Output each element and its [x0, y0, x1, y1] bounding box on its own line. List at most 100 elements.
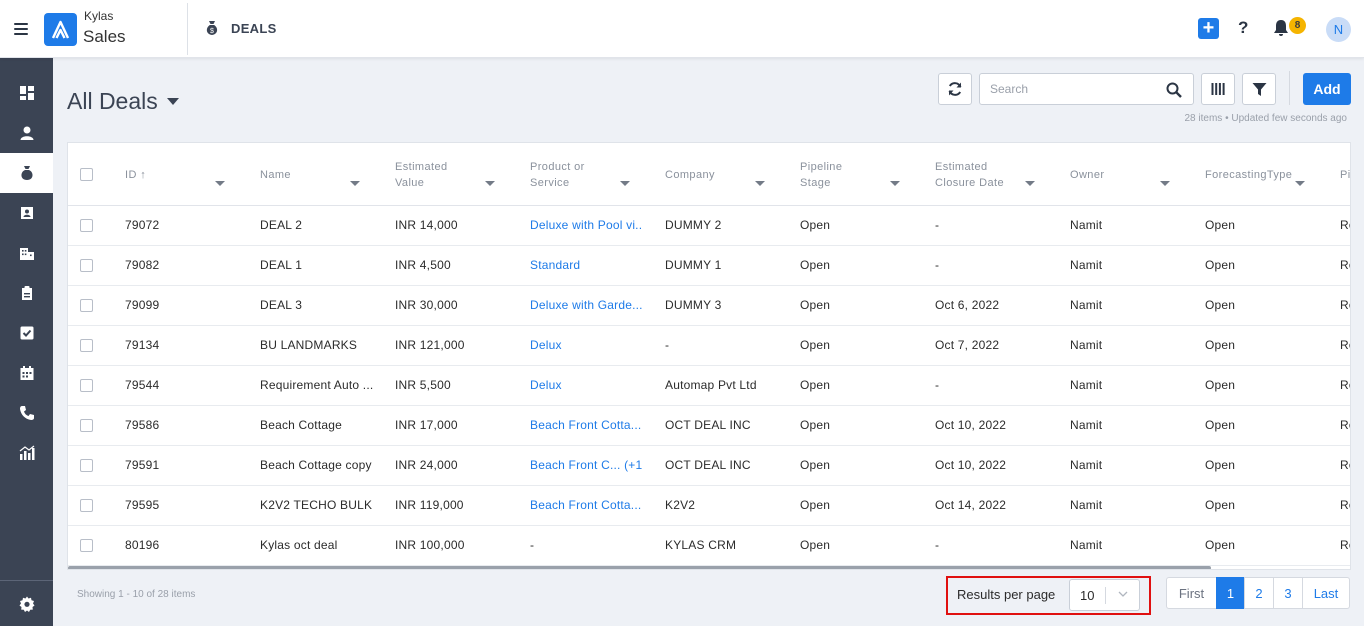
cell-id: 79595: [125, 498, 160, 512]
page-title[interactable]: All Deals: [67, 88, 158, 115]
search-icon[interactable]: [1166, 82, 1182, 98]
column-header-company[interactable]: Company: [665, 143, 765, 206]
refresh-button[interactable]: [938, 73, 972, 105]
calendar-icon[interactable]: [0, 353, 53, 393]
column-header-truncated[interactable]: Pi: [1340, 143, 1350, 206]
dashboard-icon[interactable]: [0, 73, 53, 113]
cell-product[interactable]: Beach Front Cotta...: [530, 406, 642, 446]
cell-product[interactable]: Beach Front C... (+1): [530, 446, 642, 486]
page-1-button[interactable]: 1: [1216, 577, 1245, 609]
column-menu-caret-icon[interactable]: [1025, 181, 1035, 186]
cell-product[interactable]: Beach Front Cotta...: [530, 486, 642, 526]
table-row[interactable]: 79099 DEAL 3 INR 30,000 Deluxe with Garde..…: [68, 286, 1350, 326]
chevron-down-icon[interactable]: [1116, 587, 1130, 601]
table-row[interactable]: 79082 DEAL 1 INR 4,500 Standard DUMMY 1 Open -…: [68, 246, 1350, 286]
cell-owner: Namit: [1070, 338, 1103, 352]
notification-badge: 8: [1289, 17, 1306, 34]
row-checkbox[interactable]: [80, 419, 93, 432]
column-header-product[interactable]: Product or Service: [530, 143, 602, 206]
cell-truncated: Ro: [1340, 458, 1350, 472]
quick-add-button[interactable]: +: [1198, 18, 1219, 39]
results-per-page-select[interactable]: 10: [1069, 579, 1140, 611]
column-header-estimated-value[interactable]: Estimated Value: [395, 143, 470, 206]
column-header-owner[interactable]: Owner: [1070, 143, 1170, 206]
cell-product[interactable]: Deluxe with Pool vi...: [530, 206, 642, 246]
page-first-button[interactable]: First: [1166, 577, 1217, 609]
contacts-icon[interactable]: [0, 113, 53, 153]
row-checkbox[interactable]: [80, 379, 93, 392]
table-row[interactable]: 79595 K2V2 TECHO BULK INR 119,000 Beach Fro…: [68, 486, 1350, 526]
select-all-checkbox[interactable]: [80, 168, 93, 181]
table-row[interactable]: 79586 Beach Cottage INR 17,000 Beach Front …: [68, 406, 1350, 446]
table-row[interactable]: 79544 Requirement Auto ... INR 5,500 Delux A…: [68, 366, 1350, 406]
page-2-button[interactable]: 2: [1244, 577, 1274, 609]
page-3-button[interactable]: 3: [1273, 577, 1303, 609]
cell-name: Kylas oct deal: [260, 538, 338, 552]
cell-pipeline-stage: Open: [800, 298, 831, 312]
gear-icon[interactable]: [0, 584, 53, 624]
cell-closure-date: Oct 7, 2022: [935, 338, 1000, 352]
company-building-icon[interactable]: [0, 233, 53, 273]
cell-product[interactable]: Delux: [530, 366, 642, 406]
cell-name: DEAL 2: [260, 218, 303, 232]
table-row[interactable]: 80196 Kylas oct deal INR 100,000 - KYLAS CRM…: [68, 526, 1350, 566]
column-menu-caret-icon[interactable]: [890, 181, 900, 186]
phone-icon[interactable]: [0, 393, 53, 433]
view-dropdown-caret-icon[interactable]: [167, 98, 179, 105]
cell-estimated-value: INR 119,000: [395, 498, 464, 512]
column-header-name[interactable]: Name: [260, 143, 360, 206]
row-checkbox[interactable]: [80, 339, 93, 352]
cell-name: K2V2 TECHO BULK: [260, 498, 373, 512]
column-header-closure-date[interactable]: Estimated Closure Date: [935, 143, 1025, 206]
hamburger-menu-icon[interactable]: [14, 20, 34, 38]
cell-forecasting-type: Open: [1205, 338, 1236, 352]
column-header-id[interactable]: ID ↑: [125, 143, 235, 206]
cell-estimated-value: INR 121,000: [395, 338, 465, 352]
cell-product[interactable]: Delux: [530, 326, 642, 366]
horizontal-scrollbar[interactable]: [68, 566, 1211, 569]
row-checkbox[interactable]: [80, 459, 93, 472]
column-menu-caret-icon[interactable]: [215, 181, 225, 186]
reports-chart-icon[interactable]: [0, 433, 53, 473]
cell-company: OCT DEAL INC: [665, 418, 751, 432]
row-checkbox[interactable]: [80, 299, 93, 312]
filter-button[interactable]: [1242, 73, 1276, 105]
help-icon[interactable]: ?: [1238, 18, 1248, 38]
column-menu-caret-icon[interactable]: [755, 181, 765, 186]
column-menu-caret-icon[interactable]: [350, 181, 360, 186]
cell-pipeline-stage: Open: [800, 458, 831, 472]
add-deal-button[interactable]: Add: [1303, 73, 1351, 105]
clipboard-icon[interactable]: [0, 273, 53, 313]
page-last-button[interactable]: Last: [1302, 577, 1350, 609]
column-menu-caret-icon[interactable]: [1160, 181, 1170, 186]
column-menu-caret-icon[interactable]: [620, 181, 630, 186]
showing-count: Showing 1 - 10 of 28 items: [77, 589, 196, 600]
cell-product[interactable]: Deluxe with Garde...: [530, 286, 642, 326]
deals-moneybag-icon[interactable]: [0, 153, 53, 193]
column-header-pipeline-stage[interactable]: Pipeline Stage: [800, 143, 860, 206]
search-input[interactable]: [980, 74, 1155, 104]
column-header-forecasting-type[interactable]: ForecastingType: [1205, 143, 1315, 206]
cell-name: Requirement Auto ...: [260, 378, 374, 392]
row-checkbox[interactable]: [80, 259, 93, 272]
table-row[interactable]: 79134 BU LANDMARKS INR 121,000 Delux - Open Oc…: [68, 326, 1350, 366]
column-menu-caret-icon[interactable]: [485, 181, 495, 186]
user-avatar[interactable]: N: [1326, 17, 1351, 42]
table-header: ID ↑ Name Estimated Value Product or Ser…: [68, 143, 1350, 206]
row-checkbox[interactable]: [80, 219, 93, 232]
cell-owner: Namit: [1070, 538, 1103, 552]
table-row[interactable]: 79072 DEAL 2 INR 14,000 Deluxe with Pool vi…: [68, 206, 1350, 246]
filter-icon: [1252, 82, 1266, 96]
cell-estimated-value: INR 24,000: [395, 458, 458, 472]
table-row[interactable]: 79591 Beach Cottage copy INR 24,000 Beach F…: [68, 446, 1350, 486]
column-settings-button[interactable]: [1201, 73, 1235, 105]
cell-product: -: [530, 538, 535, 552]
column-menu-caret-icon[interactable]: [1295, 181, 1305, 186]
row-checkbox[interactable]: [80, 539, 93, 552]
cell-estimated-value: INR 17,000: [395, 418, 458, 432]
header-divider: [187, 3, 188, 55]
contact-card-icon[interactable]: [0, 193, 53, 233]
tasks-check-icon[interactable]: [0, 313, 53, 353]
cell-product[interactable]: Standard: [530, 246, 642, 286]
row-checkbox[interactable]: [80, 499, 93, 512]
